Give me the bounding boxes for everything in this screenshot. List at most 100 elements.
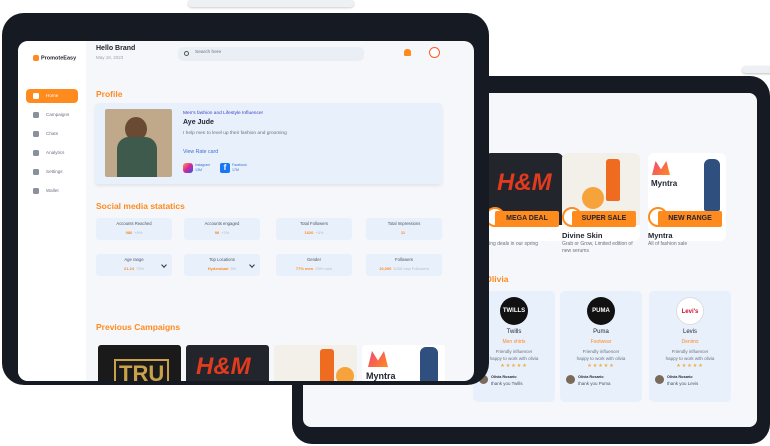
review-card[interactable]: Levi's Levis Denims Friendly influencer … — [649, 291, 731, 402]
campaign-card[interactable]: H&M — [186, 345, 269, 381]
campaign-logo: H&M — [196, 353, 251, 380]
sidebar-item-label: Settings — [46, 169, 63, 174]
sidebar-item-label: Chats — [46, 131, 59, 136]
gear-icon — [33, 169, 39, 175]
brand-logo: Myntra — [651, 179, 678, 188]
search-input[interactable]: Search here — [178, 47, 364, 61]
rate-card-link[interactable]: View Rate card — [183, 149, 218, 155]
stat-value: Hyderabad 5% — [207, 266, 237, 271]
instagram-count: 13M — [195, 168, 202, 172]
front-tablet: PromoteEasy Home Campaigns Chats Analyti… — [2, 0, 489, 385]
offer-card[interactable]: SUPER SALE — [562, 153, 640, 241]
bell-icon[interactable] — [404, 49, 411, 56]
analytics-icon — [33, 150, 39, 156]
stat-card: Accounts Reached 980 +6% — [96, 218, 172, 240]
reviewer-thanks: thank you Puma — [578, 381, 611, 386]
sidebar-item-label: Wallet — [46, 188, 59, 193]
reviewer-name: Olivia Rosario — [491, 375, 517, 379]
avatar — [566, 375, 575, 384]
profile-bio: I help men to level up their fashion and… — [183, 131, 287, 136]
home-icon — [33, 93, 39, 99]
rating-stars: ★★★★★ — [676, 363, 704, 369]
mockup-stage: H&M MEGA DEAL ...ing deals in our spring… — [0, 0, 770, 446]
brand-logo[interactable]: PromoteEasy — [33, 55, 76, 61]
orange-fruit — [336, 367, 354, 381]
offer-badge: SUPER SALE — [572, 211, 636, 227]
stat-value: 1620 +8% — [304, 230, 324, 235]
facebook-icon[interactable]: f — [220, 163, 230, 173]
myntra-logo-icon — [368, 351, 388, 367]
brand-name: PromoteEasy — [41, 55, 77, 62]
photo-body — [117, 137, 157, 177]
brand-category: Footwear — [590, 339, 612, 345]
reviewer-thanks: thank you Levis — [667, 381, 699, 386]
instagram-label: Instagram — [195, 163, 211, 167]
myntra-logo-icon — [652, 161, 670, 175]
search-icon — [184, 51, 189, 56]
stat-value: 11 — [400, 230, 406, 235]
model-figure — [704, 159, 720, 211]
stat-card: Gender 77% men 23% men — [276, 254, 352, 276]
offer-desc: All of fashion sale — [648, 241, 688, 247]
sidebar-item-home[interactable]: Home — [26, 89, 78, 103]
twills-logo: TWILLS — [500, 297, 528, 325]
offer-card[interactable]: H&M MEGA DEAL — [485, 153, 563, 241]
campaign-card[interactable] — [274, 345, 357, 381]
section-title: Profile — [96, 89, 123, 99]
offer-name: Myntra — [648, 231, 673, 240]
profile-tagline: Men's fashion and Lifestyle Influencer — [183, 111, 264, 116]
stat-value: 21-24 75% — [123, 266, 145, 271]
stat-label: Accounts engaged — [204, 221, 240, 226]
sidebar-item-analytics[interactable]: Analytics — [26, 146, 78, 160]
stat-label: Age range — [124, 257, 144, 262]
brand-category: Denims — [681, 339, 699, 345]
age-range-select[interactable]: Age range 21-24 75% — [96, 254, 172, 276]
facebook-count: 17M — [232, 168, 239, 172]
profile-name: Aye Jude — [183, 119, 214, 126]
brand-name: Puma — [593, 329, 609, 335]
campaign-logo: TRU — [114, 359, 170, 381]
offer-badge: MEGA DEAL — [495, 211, 559, 227]
instagram-icon[interactable] — [183, 163, 193, 173]
stat-value: 980 +6% — [125, 230, 143, 235]
campaign-card[interactable]: Myntra — [362, 345, 445, 381]
stat-card: Total Followers 1620 +8% — [276, 218, 352, 240]
brand-logo: H&M — [497, 169, 552, 196]
sidebar-item-chats[interactable]: Chats — [26, 127, 78, 141]
brand-name: Levis — [682, 329, 697, 335]
stat-value: 77% men 23% men — [295, 266, 333, 271]
stat-label: Accounts Reached — [116, 221, 152, 226]
review-card[interactable]: PUMA Puma Footwear Friendly influencer h… — [560, 291, 642, 402]
reviewer-name: Olivia Rosario — [578, 375, 604, 379]
sidebar-item-settings[interactable]: Settings — [26, 165, 78, 179]
avatar[interactable] — [429, 47, 440, 58]
date-label: May 18, 2023 — [96, 55, 124, 60]
stat-label: Gender — [307, 257, 321, 262]
reviewer-thanks: thank you Twills — [491, 381, 523, 386]
offer-card[interactable]: Myntra NEW RANGE — [648, 153, 726, 241]
stat-card: Total Impressions 11 — [366, 218, 442, 240]
profile-photo — [105, 109, 172, 177]
levis-logo: Levi's — [676, 297, 704, 325]
stat-value: 98 +2% — [214, 230, 230, 235]
review-message: happy to work with olivia — [576, 356, 626, 361]
reviewer-name: Olivia Rosario — [667, 375, 693, 379]
stat-label: Top Locations — [209, 257, 235, 262]
section-title: Previous Campaigns — [96, 322, 181, 332]
facebook-label: Facebook — [232, 163, 247, 167]
stat-label: Followers — [395, 257, 413, 262]
location-select[interactable]: Top Locations Hyderabad 5% — [184, 254, 260, 276]
sidebar-item-wallet[interactable]: Wallet — [26, 184, 78, 198]
stat-card: Accounts engaged 98 +2% — [184, 218, 260, 240]
influencer-role: Friendly influencer — [582, 349, 620, 354]
stylus — [188, 0, 354, 7]
offer-desc: ...ing deals in our spring — [485, 241, 539, 247]
wallet-icon — [33, 188, 39, 194]
stat-label: Total Impressions — [387, 221, 421, 226]
stat-value: 10,000 1000 new Followers — [379, 266, 429, 271]
stat-card: Followers 10,000 1000 new Followers — [366, 254, 442, 276]
sidebar-item-campaigns[interactable]: Campaigns — [26, 108, 78, 122]
sidebar-item-label: Analytics — [46, 150, 65, 155]
campaign-card[interactable]: TRU — [98, 345, 181, 381]
rating-stars: ★★★★★ — [587, 363, 615, 369]
